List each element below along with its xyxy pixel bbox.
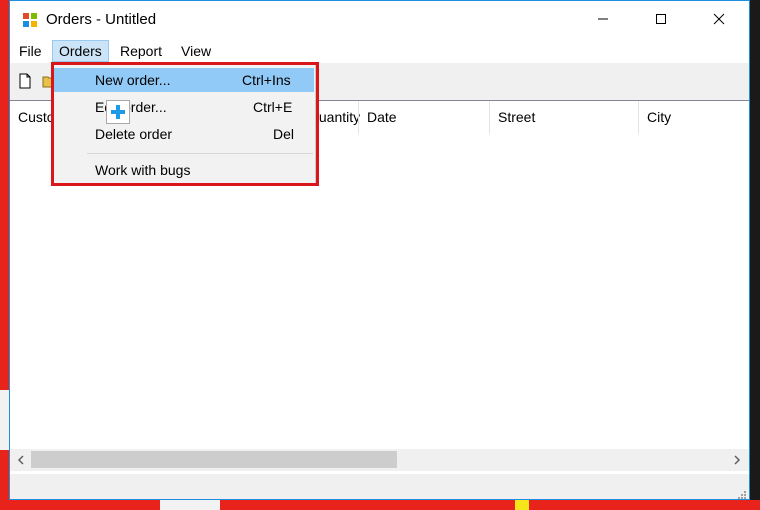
- new-document-icon[interactable]: [17, 73, 33, 89]
- minimize-icon: [597, 12, 609, 28]
- orders-dropdown-menu: New order... Ctrl+Ins Edit order... Ctrl…: [52, 64, 316, 185]
- column-header-date[interactable]: Date: [359, 101, 489, 134]
- scroll-right-icon[interactable]: [730, 453, 744, 467]
- menu-item-new-order[interactable]: New order... Ctrl+Ins: [54, 68, 314, 92]
- menu-bar: File Orders Report View: [10, 39, 749, 63]
- desktop-background-stripe: [0, 390, 9, 450]
- menu-item-shortcut: Del: [273, 126, 295, 142]
- menu-file[interactable]: File: [13, 41, 48, 61]
- menu-item-delete-order[interactable]: Delete order Del: [54, 122, 314, 146]
- maximize-icon: [655, 12, 667, 28]
- scrollbar-thumb[interactable]: [31, 451, 397, 468]
- title-bar[interactable]: Orders - Untitled: [10, 1, 749, 39]
- menu-item-label: New order...: [95, 72, 171, 88]
- minimize-button[interactable]: [580, 1, 626, 39]
- horizontal-scrollbar[interactable]: [10, 449, 749, 471]
- resize-grip-icon[interactable]: [737, 487, 747, 499]
- desktop-background-bottom: [0, 500, 760, 510]
- menu-report[interactable]: Report: [114, 41, 168, 61]
- close-button[interactable]: [696, 1, 742, 39]
- menu-view[interactable]: View: [175, 41, 217, 61]
- scroll-left-icon[interactable]: [14, 453, 28, 467]
- menu-orders[interactable]: Orders: [52, 40, 109, 62]
- menu-separator: [87, 153, 313, 154]
- menu-item-work-with-bugs[interactable]: Work with bugs: [54, 158, 314, 182]
- menu-item-shortcut: Ctrl+E: [253, 99, 293, 115]
- menu-item-label: Work with bugs: [95, 162, 191, 178]
- menu-item-shortcut: Ctrl+Ins: [242, 72, 291, 88]
- column-header-city[interactable]: City: [639, 101, 749, 134]
- desktop-background-accent: [515, 500, 529, 510]
- column-header-street[interactable]: Street: [490, 101, 638, 134]
- desktop-background-accent: [160, 500, 220, 510]
- app-icon: [22, 12, 38, 28]
- window-title: Orders - Untitled: [46, 11, 157, 28]
- status-bar: [10, 475, 749, 499]
- maximize-button[interactable]: [638, 1, 684, 39]
- close-icon: [713, 12, 725, 28]
- add-cursor-icon: [106, 100, 130, 124]
- menu-item-edit-order[interactable]: Edit order... Ctrl+E: [54, 95, 314, 119]
- menu-item-label: Delete order: [95, 126, 173, 142]
